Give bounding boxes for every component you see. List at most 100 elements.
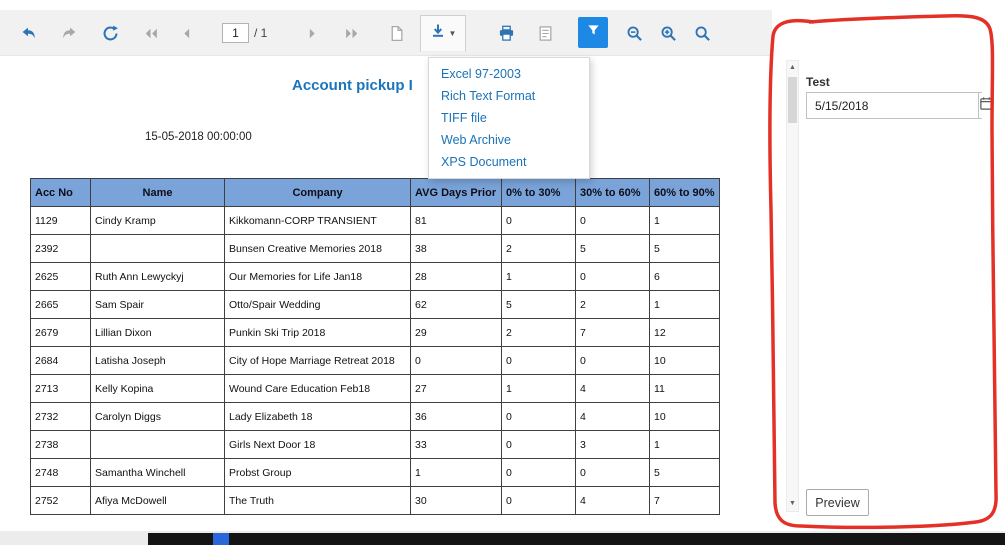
table-header-cell: Name: [90, 178, 225, 207]
table-row: 2665 Sam Spair Otto/Spair Wedding 62 5 2 1: [30, 290, 720, 319]
table-cell: Lillian Dixon: [90, 318, 225, 347]
table-cell: City of Hope Marriage Retreat 2018: [224, 346, 411, 375]
table-header-row: Acc No Name Company AVG Days Prior 0% to 30%…: [30, 178, 720, 207]
export-dropdown-menu: Excel 97-2003 Rich Text Format TIFF file We…: [428, 57, 590, 179]
table-cell: Wound Care Education Feb18: [224, 374, 411, 403]
table-cell: 7: [649, 486, 720, 515]
table-cell: 2: [501, 234, 576, 263]
printer-icon: [498, 25, 515, 42]
table-cell: Cindy Kramp: [90, 206, 225, 235]
table-cell: Lady Elizabeth 18: [224, 402, 411, 431]
table-cell: 2752: [30, 486, 91, 515]
table-header-cell: Acc No: [30, 178, 91, 207]
date-input[interactable]: [807, 93, 978, 118]
scroll-down-icon[interactable]: ▼: [787, 497, 798, 511]
refresh-button[interactable]: [95, 18, 125, 48]
zoom-out-icon: [626, 25, 643, 42]
preview-button[interactable]: Preview: [806, 489, 869, 516]
report-table: Acc No Name Company AVG Days Prior 0% to 30%…: [30, 178, 720, 515]
last-page-button[interactable]: [337, 18, 367, 48]
export-menu-item[interactable]: Rich Text Format: [429, 85, 589, 107]
table-cell: Bunsen Creative Memories 2018: [224, 234, 411, 263]
zoom-in-icon: [660, 25, 677, 42]
table-cell: 62: [410, 290, 502, 319]
table-cell: 6: [649, 262, 720, 291]
redo-button[interactable]: [54, 18, 84, 48]
table-cell: 0: [575, 206, 650, 235]
first-page-button[interactable]: [135, 18, 165, 48]
export-button[interactable]: ▼: [420, 15, 466, 52]
table-cell: 0: [575, 458, 650, 487]
table-cell: Carolyn Diggs: [90, 402, 225, 431]
table-cell: 2392: [30, 234, 91, 263]
chevron-down-icon: ▼: [448, 29, 457, 38]
zoom-out-button[interactable]: [620, 18, 648, 48]
table-cell: 0: [575, 262, 650, 291]
previous-page-button[interactable]: [171, 18, 201, 48]
table-header-cell: 60% to 90%: [649, 178, 720, 207]
table-cell: 2: [501, 318, 576, 347]
table-cell: 33: [410, 430, 502, 459]
report-date: 15-05-2018 00:00:00: [145, 131, 252, 143]
table-cell: 2713: [30, 374, 91, 403]
table-cell: 10: [649, 402, 720, 431]
table-cell: 0: [501, 458, 576, 487]
table-cell: 0: [501, 402, 576, 431]
table-cell: Probst Group: [224, 458, 411, 487]
table-cell: 2625: [30, 262, 91, 291]
table-row: 2713 Kelly Kopina Wound Care Education Feb…: [30, 374, 720, 403]
table-row: 2684 Latisha Joseph City of Hope Marriage …: [30, 346, 720, 375]
table-cell: 1129: [30, 206, 91, 235]
search-button[interactable]: [688, 18, 716, 48]
document-icon: [388, 25, 405, 42]
table-cell: 27: [410, 374, 502, 403]
next-page-button[interactable]: [297, 18, 327, 48]
print-button[interactable]: [491, 18, 521, 48]
table-cell: Otto/Spair Wedding: [224, 290, 411, 319]
last-page-icon: [344, 25, 361, 42]
scroll-up-icon[interactable]: ▲: [787, 61, 798, 75]
refresh-icon: [102, 25, 119, 42]
table-cell: 1: [501, 262, 576, 291]
panel-scrollbar[interactable]: ▲ ▼: [786, 60, 799, 512]
table-row: 2732 Carolyn Diggs Lady Elizabeth 18 36 0 4 10: [30, 402, 720, 431]
page-setup-button[interactable]: [530, 18, 560, 48]
export-menu-item[interactable]: XPS Document: [429, 151, 589, 173]
table-cell: Samantha Winchell: [90, 458, 225, 487]
date-parameter-field: [806, 92, 994, 119]
table-cell: 28: [410, 262, 502, 291]
undo-icon: [20, 25, 37, 42]
page-number-input[interactable]: [222, 23, 249, 43]
taskbar-item[interactable]: [213, 533, 229, 545]
undo-button[interactable]: [13, 18, 43, 48]
export-menu-item[interactable]: Excel 97-2003: [429, 63, 589, 85]
table-cell: 0: [501, 346, 576, 375]
export-menu-item[interactable]: TIFF file: [429, 107, 589, 129]
table-row: 2679 Lillian Dixon Punkin Ski Trip 2018 29 2…: [30, 318, 720, 347]
document-map-button[interactable]: [381, 18, 411, 48]
first-page-icon: [142, 25, 159, 42]
filter-button[interactable]: [578, 17, 608, 48]
table-cell: [90, 430, 225, 459]
table-header-cell: Company: [224, 178, 411, 207]
table-cell: 4: [575, 374, 650, 403]
table-cell: 30: [410, 486, 502, 515]
table-cell: 5: [649, 234, 720, 263]
table-cell: Latisha Joseph: [90, 346, 225, 375]
zoom-in-button[interactable]: [654, 18, 682, 48]
table-cell: 1: [410, 458, 502, 487]
table-cell: Afiya McDowell: [90, 486, 225, 515]
scrollbar-thumb[interactable]: [788, 77, 797, 123]
table-row: 2752 Afiya McDowell The Truth 30 0 4 7: [30, 486, 720, 515]
calendar-button[interactable]: [978, 93, 994, 118]
report-table-body: 1129 Cindy Kramp Kikkomann-CORP TRANSIENT 8…: [30, 206, 720, 515]
export-menu-item[interactable]: Web Archive: [429, 129, 589, 151]
taskbar: [148, 533, 1005, 545]
table-cell: 2732: [30, 402, 91, 431]
report-viewer-toolbar: / 1 ▼: [0, 10, 772, 56]
table-cell: 1: [649, 290, 720, 319]
table-cell: 11: [649, 374, 720, 403]
table-cell: 4: [575, 402, 650, 431]
download-icon: [430, 23, 446, 44]
table-cell: 2738: [30, 430, 91, 459]
